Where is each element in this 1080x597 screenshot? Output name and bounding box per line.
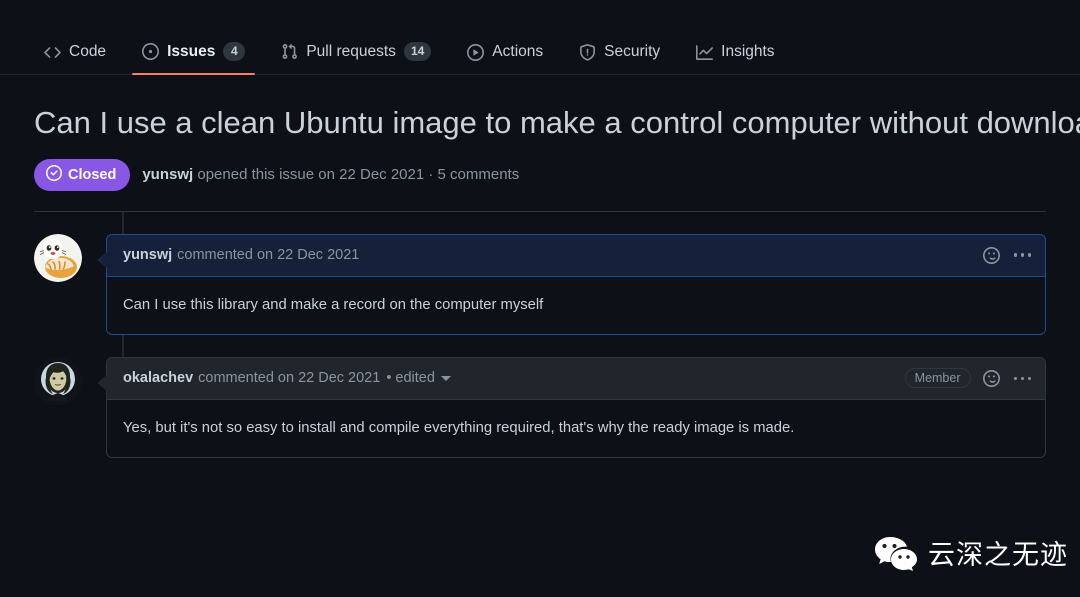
cat-avatar-icon <box>34 233 82 282</box>
nav-item-security[interactable]: Security <box>569 43 670 74</box>
shield-icon <box>579 43 596 61</box>
issue-header: Can I use a clean Ubuntu image to make a… <box>0 75 1080 191</box>
kebab-dot <box>1027 376 1031 381</box>
kebab-dot <box>1020 376 1024 381</box>
kebab-dot <box>1027 253 1031 257</box>
nav-item-pull-requests[interactable]: Pull requests 14 <box>271 42 441 74</box>
status-badge[interactable]: Closed <box>34 158 131 191</box>
comment-pointer-fill <box>99 251 107 268</box>
kebab-horizontal-icon[interactable] <box>1013 253 1031 257</box>
chevron-down-icon[interactable] <box>440 375 451 381</box>
nav-item-code[interactable]: Code <box>34 43 116 74</box>
issue-timeline: yunswj commented on 22 Dec 2021 Can I us… <box>0 211 1080 459</box>
comment-author-link[interactable]: yunswj <box>123 247 172 263</box>
issue-closed-icon <box>46 164 62 185</box>
issue-opened-icon <box>142 43 160 60</box>
author-association-badge: Member <box>904 368 971 389</box>
code-icon <box>44 44 61 61</box>
smiley-icon[interactable] <box>982 369 1000 387</box>
kebab-dot <box>1020 253 1024 257</box>
status-badge-label: Closed <box>68 166 117 183</box>
git-pull-request-icon <box>281 43 298 60</box>
issue-title-wrap: Can I use a clean Ubuntu image to make a… <box>34 103 1080 143</box>
comment-row: yunswj commented on 22 Dec 2021 Can I us… <box>34 233 1046 335</box>
nav-item-label: Security <box>604 43 661 60</box>
smiley-icon[interactable] <box>982 246 1000 264</box>
nav-item-actions[interactable]: Actions <box>457 43 553 74</box>
nav-item-label: Code <box>69 43 107 60</box>
comment-header: okalachev commented on 22 Dec 2021 • edi… <box>107 357 1045 400</box>
kebab-dot <box>1013 253 1017 257</box>
pull-requests-count: 14 <box>403 42 432 61</box>
nav-item-label: Actions <box>492 43 544 60</box>
comment-box: yunswj commented on 22 Dec 2021 Can I us… <box>98 233 1046 335</box>
kebab-dot <box>1013 376 1017 381</box>
nav-item-label: Insights <box>721 43 775 60</box>
active-tab-underline <box>132 72 256 75</box>
watermark: 云深之无迹 <box>874 533 1068 572</box>
graph-icon <box>696 44 714 61</box>
kebab-horizontal-icon[interactable] <box>1013 376 1031 381</box>
nav-item-issues[interactable]: Issues 4 <box>132 42 256 75</box>
nav-item-label: Pull requests <box>306 42 396 60</box>
play-circle-icon <box>467 43 485 61</box>
comment-pointer-fill <box>99 374 107 391</box>
issue-meta-row: Closed yunswj opened this issue on 22 De… <box>34 158 1046 191</box>
comment-body: Can I use this library and make a record… <box>123 296 544 313</box>
person-avatar-icon <box>34 356 82 405</box>
avatar[interactable] <box>34 233 82 282</box>
issue-title-text: Can I use a clean Ubuntu image to make a… <box>34 105 1080 140</box>
comment-author-link[interactable]: okalachev <box>123 370 193 386</box>
avatar[interactable] <box>34 356 82 405</box>
nav-item-label: Issues <box>167 42 216 60</box>
comment-header: yunswj commented on 22 Dec 2021 <box>107 234 1045 277</box>
page-title: Can I use a clean Ubuntu image to make a… <box>34 103 1080 143</box>
issue-byline: yunswj opened this issue on 22 Dec 2021 … <box>142 166 519 183</box>
nav-item-insights[interactable]: Insights <box>686 43 784 74</box>
comment-timestamp[interactable]: commented on 22 Dec 2021 <box>177 247 359 263</box>
issue-byline-text: opened this issue on 22 Dec 2021 · 5 com… <box>193 166 520 184</box>
issues-count: 4 <box>223 42 246 61</box>
comment-timestamp[interactable]: commented on 22 Dec 2021 <box>198 370 380 386</box>
comment-row: okalachev commented on 22 Dec 2021 • edi… <box>34 356 1046 459</box>
watermark-text: 云深之无迹 <box>928 540 1068 570</box>
wechat-icon <box>874 535 918 571</box>
comment-body: Yes, but it's not so easy to install and… <box>123 419 795 436</box>
comment-box: okalachev commented on 22 Dec 2021 • edi… <box>98 356 1046 459</box>
comment-edited-label[interactable]: • edited <box>386 370 435 386</box>
repo-nav: Code Issues 4 Pull requests 14 Actions S… <box>0 0 1080 75</box>
issue-author-link[interactable]: yunswj <box>142 166 193 183</box>
